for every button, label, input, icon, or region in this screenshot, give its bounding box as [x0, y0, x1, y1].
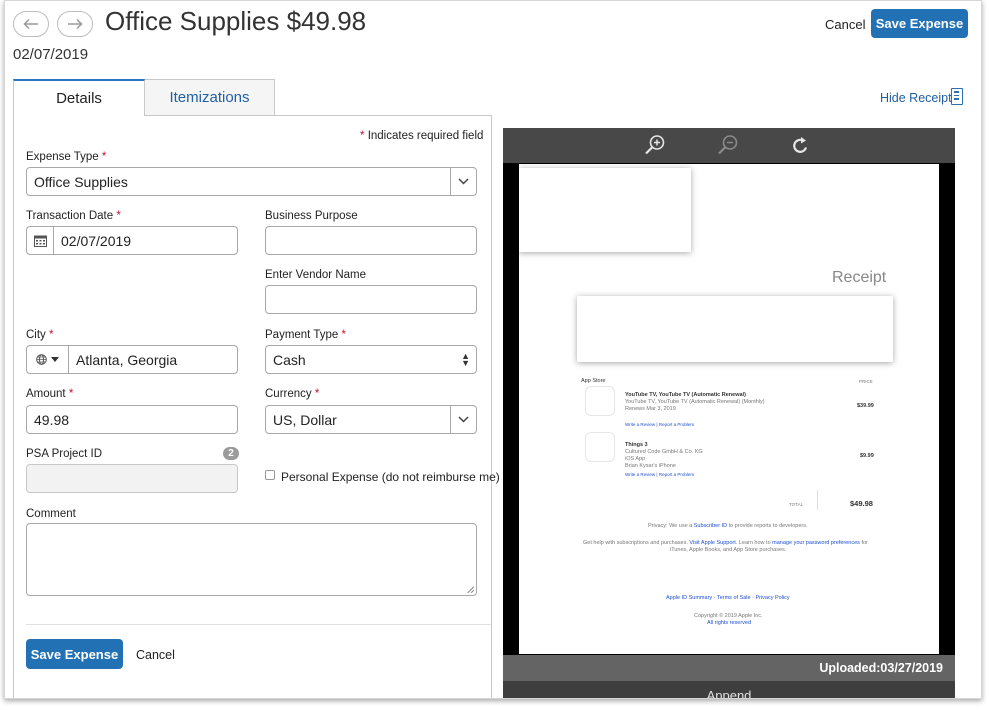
zoom-in-icon[interactable]: [644, 134, 666, 156]
select-arrows-icon: ▲ ▼: [461, 351, 470, 368]
globe-icon: [36, 354, 47, 365]
help-note-line2: iTunes, Apple Books, and App Store purch…: [670, 547, 787, 553]
personal-expense-checkbox[interactable]: [265, 470, 275, 480]
arrow-right-icon: [68, 18, 83, 30]
back-button[interactable]: [13, 11, 49, 37]
receipt-total: $49.98: [850, 499, 873, 508]
vendor-name-input[interactable]: [265, 285, 477, 314]
count-badge: 2: [223, 447, 239, 460]
receipt-image: Receipt App Store PRICE YouTube TV, YouT…: [519, 164, 939, 654]
calendar-icon[interactable]: [27, 227, 54, 254]
receipt-item-name: Things 3: [625, 442, 648, 448]
personal-expense-label[interactable]: Personal Expense (do not reimburse me): [281, 470, 500, 484]
footer-divider: [26, 624, 491, 625]
payment-type-select[interactable]: Cash ▲ ▼: [265, 345, 477, 374]
receipt-price-header: PRICE: [859, 379, 873, 384]
tab-details[interactable]: Details: [13, 79, 145, 116]
header-cancel-button[interactable]: Cancel: [825, 17, 865, 32]
business-purpose-input[interactable]: [265, 226, 477, 255]
city-field[interactable]: Atlanta, Georgia: [26, 345, 238, 374]
psa-project-label: PSA Project ID: [26, 448, 103, 460]
expense-type-select[interactable]: Office Supplies: [26, 167, 477, 196]
receipt-heading: Receipt: [832, 269, 887, 286]
transaction-date-label: Transaction Date *: [26, 210, 121, 222]
app-icon: [585, 386, 615, 416]
currency-select[interactable]: US, Dollar: [265, 405, 477, 434]
psa-project-input: [26, 464, 238, 493]
app-icon: [585, 432, 615, 462]
currency-label: Currency *: [265, 388, 320, 400]
resize-handle-icon[interactable]: [467, 586, 474, 593]
receipt-rights: All rights reserved: [707, 620, 752, 626]
expense-date: 02/07/2019: [13, 46, 89, 63]
receipt-icon[interactable]: [951, 88, 963, 105]
redacted-block: [577, 296, 893, 362]
payment-type-label: Payment Type *: [265, 329, 346, 341]
forward-button[interactable]: [57, 11, 93, 37]
upload-date: Uploaded:03/27/2019: [503, 655, 955, 681]
caret-down-icon: [51, 357, 59, 362]
receipt-store: App Store: [581, 378, 606, 384]
amount-label: Amount *: [26, 388, 74, 400]
panel-divider: [491, 115, 492, 698]
receipt-item-links: Write a Review | Report a Problem: [625, 422, 695, 427]
receipt-item-price: $39.99: [857, 403, 874, 409]
tab-itemizations[interactable]: Itemizations: [145, 79, 275, 116]
zoom-out-icon[interactable]: [717, 134, 739, 156]
receipt-item-links: Write a Review | Report a Problem: [625, 472, 695, 477]
panel-border-left: [13, 115, 14, 698]
amount-input[interactable]: 49.98: [26, 405, 238, 434]
receipt-total-label: TOTAL: [789, 502, 804, 507]
privacy-note: Privacy: We use a Subscriber ID to provi…: [648, 523, 808, 529]
receipt-footer-links: Apple ID Summary · Terms of Sale · Priva…: [666, 595, 790, 601]
expense-window: Office Supplies $49.98 02/07/2019 Cancel…: [4, 0, 982, 699]
chevron-down-icon[interactable]: [450, 168, 476, 195]
help-note: Get help with subscriptions and purchase…: [583, 540, 868, 546]
business-purpose-label: Business Purpose: [265, 210, 358, 222]
receipt-item-name: YouTube TV, YouTube TV (Automatic Renewa…: [625, 392, 746, 398]
receipt-viewer: Receipt App Store PRICE YouTube TV, YouT…: [503, 128, 955, 698]
city-label: City *: [26, 329, 54, 341]
page-title: Office Supplies $49.98: [105, 6, 367, 36]
receipt-item-detail: iOS App: [625, 456, 646, 462]
expense-type-label: Expense Type *: [26, 151, 107, 163]
receipt-item-price: $9.99: [860, 453, 874, 459]
rotate-icon[interactable]: [790, 134, 812, 156]
transaction-date-field[interactable]: 02/07/2019: [26, 226, 238, 255]
globe-dropdown[interactable]: [27, 346, 69, 373]
hide-receipt-link[interactable]: Hide Receipt: [880, 91, 952, 105]
receipt-item-detail: Cultured Code GmbH & Co. KG: [625, 449, 703, 455]
receipt-copyright: Copyright © 2019 Apple Inc.: [694, 613, 763, 619]
viewer-toolbar: [503, 128, 955, 163]
comment-textarea[interactable]: [26, 523, 477, 596]
divider: [817, 490, 818, 510]
redacted-block: [519, 168, 691, 252]
receipt-item-detail: Renews Mar 3, 2019: [625, 406, 676, 412]
required-field-note: * Indicates required field: [360, 130, 484, 142]
footer-save-button[interactable]: Save Expense: [26, 639, 123, 669]
receipt-item-detail: YouTube TV, YouTube TV (Automatic Renewa…: [625, 399, 765, 405]
comment-label: Comment: [26, 508, 76, 520]
vendor-name-label: Enter Vendor Name: [265, 269, 367, 281]
footer-cancel-button[interactable]: Cancel: [136, 648, 175, 662]
append-button[interactable]: Append: [503, 681, 955, 698]
receipt-item-detail: Brian Kysar's iPhone: [625, 463, 676, 469]
arrow-left-icon: [23, 18, 38, 30]
header-save-button[interactable]: Save Expense: [871, 9, 968, 38]
chevron-down-icon[interactable]: [450, 406, 476, 433]
